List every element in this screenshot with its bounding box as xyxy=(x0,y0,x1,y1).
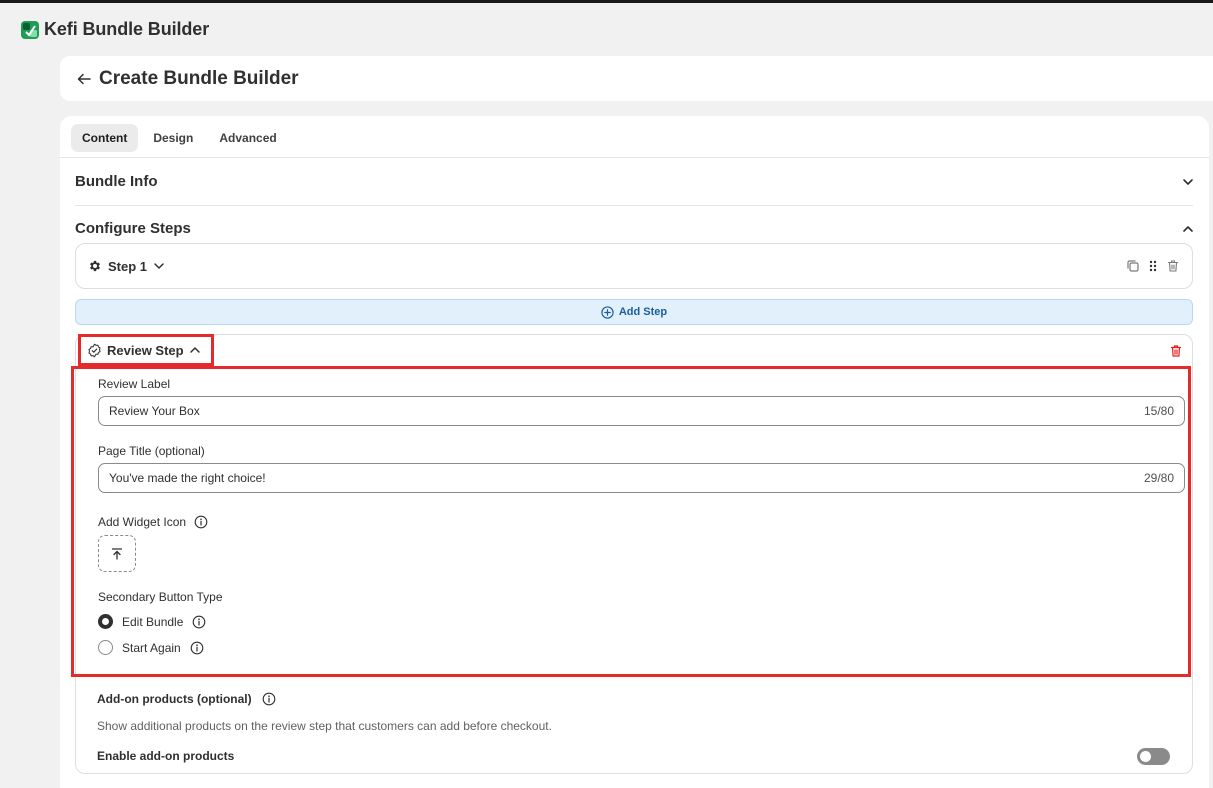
info-icon[interactable] xyxy=(192,615,206,629)
page-title-counter: 29/80 xyxy=(1143,471,1174,485)
page-title: Create Bundle Builder xyxy=(99,67,299,89)
step-1-actions xyxy=(1126,259,1180,273)
tab-bar: Content Design Advanced xyxy=(71,124,288,152)
chevron-up-icon xyxy=(1183,225,1193,232)
radio-start-again-input[interactable] xyxy=(98,640,113,655)
configure-steps-title: Configure Steps xyxy=(75,220,191,237)
addon-description: Show additional products on the review s… xyxy=(97,719,552,733)
tab-content[interactable]: Content xyxy=(71,124,139,152)
add-step-label: Add Step xyxy=(618,306,668,318)
drag-handle-icon[interactable] xyxy=(1146,259,1160,273)
add-step-button[interactable]: Add Step xyxy=(75,299,1193,325)
page-title-field[interactable]: 29/80 xyxy=(98,463,1185,493)
review-step-card: Review Step Review Label 15/80 Page Titl… xyxy=(71,334,1193,774)
info-icon[interactable] xyxy=(194,515,208,529)
badge-check-icon xyxy=(88,343,101,357)
addon-title: Add-on products (optional) xyxy=(97,692,252,706)
chevron-up-icon xyxy=(189,347,200,353)
kefi-logo-icon xyxy=(20,20,40,40)
info-icon[interactable] xyxy=(190,641,204,655)
tab-design[interactable]: Design xyxy=(142,124,204,152)
chevron-down-icon xyxy=(1183,178,1193,185)
trash-icon xyxy=(1170,345,1182,357)
configure-steps-header[interactable]: Configure Steps xyxy=(75,220,1195,237)
review-step-label: Review Step xyxy=(107,342,184,358)
page-title-label: Page Title (optional) xyxy=(98,444,205,458)
widget-icon-label: Add Widget Icon xyxy=(98,515,187,529)
app-title: Kefi Bundle Builder xyxy=(44,19,210,39)
step-1-label: Step 1 xyxy=(108,258,148,274)
widget-icon-upload-button[interactable] xyxy=(98,535,136,572)
addon-enable-label: Enable add-on products xyxy=(97,749,235,763)
radio-edit-bundle-input[interactable] xyxy=(98,614,113,629)
arrow-left-icon xyxy=(77,73,91,84)
review-step-toggle[interactable]: Review Step xyxy=(78,334,214,366)
page-title-input[interactable] xyxy=(109,471,1009,485)
bundle-info-header[interactable]: Bundle Info xyxy=(75,173,1195,190)
tabs-divider xyxy=(60,157,1209,158)
review-step-delete-button[interactable] xyxy=(1169,344,1183,358)
duplicate-icon[interactable] xyxy=(1126,259,1140,273)
widget-icon-label-row: Add Widget Icon xyxy=(98,515,208,529)
app-bar: Kefi Bundle Builder xyxy=(0,3,1213,56)
page-header: Create Bundle Builder xyxy=(60,56,1213,101)
step-1-toggle[interactable]: Step 1 xyxy=(88,259,165,274)
tab-advanced[interactable]: Advanced xyxy=(208,124,287,152)
gear-icon xyxy=(90,260,100,272)
radio-edit-bundle-label: Edit Bundle xyxy=(122,614,184,629)
secondary-button-type-label: Secondary Button Type xyxy=(98,590,223,604)
addon-enable-toggle[interactable] xyxy=(1137,748,1170,765)
plus-circle-icon xyxy=(601,305,614,319)
back-button[interactable] xyxy=(74,69,94,89)
review-label-field[interactable]: 15/80 xyxy=(98,396,1185,426)
upload-icon xyxy=(111,547,123,560)
main-card: Content Design Advanced Bundle Info Conf… xyxy=(60,116,1209,788)
info-icon[interactable] xyxy=(262,692,276,706)
trash-icon[interactable] xyxy=(1166,259,1180,273)
addon-title-row: Add-on products (optional) xyxy=(97,692,276,706)
review-step-form: Review Label 15/80 Page Title (optional)… xyxy=(71,366,1191,677)
radio-start-again[interactable]: Start Again xyxy=(98,640,204,655)
section-divider xyxy=(75,205,1193,206)
step-1-card: Step 1 xyxy=(75,243,1193,289)
review-label-label: Review Label xyxy=(98,377,171,391)
radio-edit-bundle[interactable]: Edit Bundle xyxy=(98,614,206,629)
radio-start-again-label: Start Again xyxy=(122,640,181,655)
chevron-down-icon xyxy=(154,263,164,269)
bundle-info-title: Bundle Info xyxy=(75,173,158,190)
review-label-input[interactable] xyxy=(109,404,1009,418)
review-label-counter: 15/80 xyxy=(1143,404,1174,418)
